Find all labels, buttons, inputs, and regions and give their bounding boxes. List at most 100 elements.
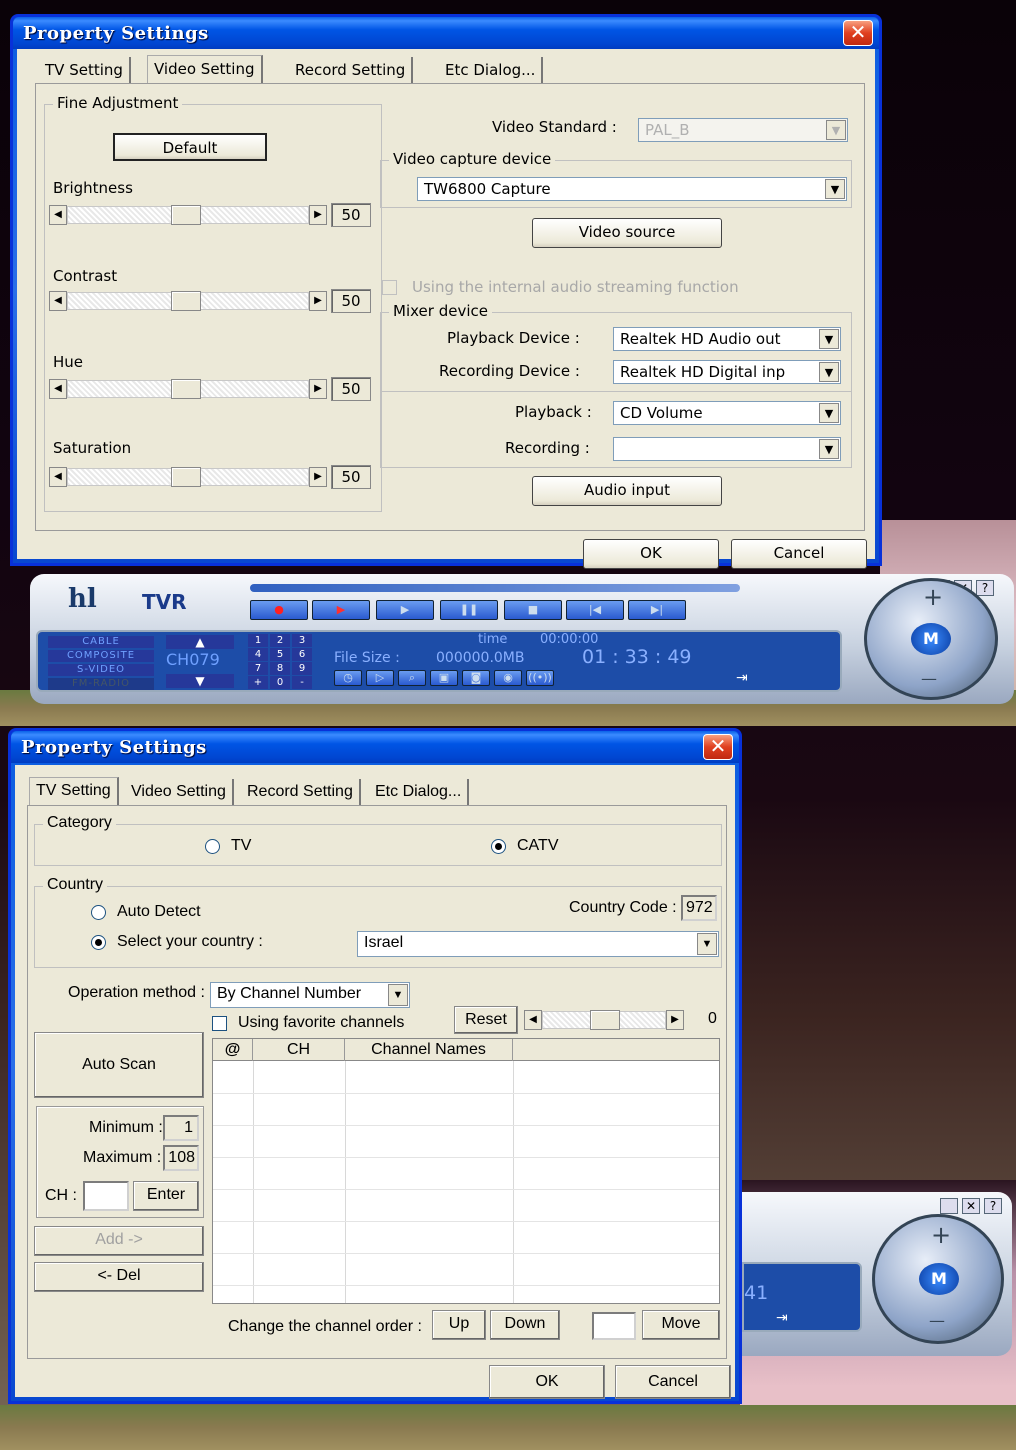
stop-button[interactable]: ■ bbox=[504, 600, 562, 620]
play-button[interactable]: ▶ bbox=[376, 600, 434, 620]
expand-icon[interactable]: ⇥ bbox=[776, 1310, 788, 1326]
del-button[interactable]: <- Del bbox=[34, 1262, 204, 1292]
capture-device-select[interactable]: TW6800 Capture ▼ bbox=[417, 177, 847, 201]
broadcast-icon[interactable]: ((•)) bbox=[526, 670, 554, 686]
mode-composite[interactable]: COMPOSITE bbox=[48, 650, 154, 662]
audio-input-button[interactable]: Audio input bbox=[532, 476, 722, 506]
tab-etc-dialog[interactable]: Etc Dialog... bbox=[369, 779, 470, 805]
column-header-channel-names[interactable]: Channel Names bbox=[345, 1039, 513, 1061]
tab-record-setting[interactable]: Record Setting bbox=[289, 57, 414, 83]
chevron-down-icon[interactable]: ▼ bbox=[819, 362, 839, 382]
ch-input[interactable] bbox=[83, 1181, 129, 1211]
mode-svideo[interactable]: S-VIDEO bbox=[48, 664, 154, 676]
chevron-down-icon[interactable]: ▼ bbox=[825, 179, 845, 199]
minus-icon[interactable]: — bbox=[929, 1311, 945, 1330]
previous-button[interactable]: |◀ bbox=[566, 600, 624, 620]
saturation-slider[interactable]: ◀ ▶ bbox=[49, 466, 327, 488]
tab-video-setting[interactable]: Video Setting bbox=[125, 779, 234, 805]
tv-radio[interactable] bbox=[205, 839, 220, 854]
plus-icon[interactable]: + bbox=[923, 583, 943, 611]
mode-cable[interactable]: CABLE bbox=[48, 636, 154, 648]
plus-icon[interactable]: + bbox=[931, 1221, 951, 1249]
default-button[interactable]: Default bbox=[113, 133, 267, 161]
add-button[interactable]: Add -> bbox=[34, 1226, 204, 1256]
enter-button[interactable]: Enter bbox=[133, 1181, 199, 1211]
zoom-icon[interactable]: ⌕ bbox=[398, 670, 426, 686]
tab-tv-setting[interactable]: TV Setting bbox=[39, 57, 131, 83]
pause-button[interactable]: ❚❚ bbox=[440, 600, 498, 620]
hue-slider[interactable]: ◀ ▶ bbox=[49, 378, 327, 400]
right-arrow-icon[interactable]: ▶ bbox=[309, 379, 327, 399]
favorite-channels-checkbox[interactable] bbox=[212, 1016, 227, 1031]
play-red-button[interactable]: ▶ bbox=[312, 600, 370, 620]
channel-table[interactable]: @ CH Channel Names bbox=[212, 1038, 720, 1304]
close-icon[interactable]: ✕ bbox=[843, 20, 873, 46]
left-arrow-icon[interactable]: ◀ bbox=[524, 1010, 542, 1030]
country-select[interactable]: Israel ▼ bbox=[357, 931, 719, 957]
playback-device-select[interactable]: Realtek HD Audio out ▼ bbox=[613, 327, 841, 351]
minimize-icon[interactable] bbox=[940, 1198, 958, 1214]
key-plus[interactable]: + bbox=[248, 676, 268, 689]
ok-button[interactable]: OK bbox=[489, 1365, 605, 1399]
reset-button[interactable]: Reset bbox=[454, 1006, 518, 1034]
tab-etc-dialog[interactable]: Etc Dialog... bbox=[439, 57, 544, 83]
key-6[interactable]: 6 bbox=[292, 648, 312, 661]
volume-knob[interactable]: + M — bbox=[864, 578, 998, 700]
key-1[interactable]: 1 bbox=[248, 634, 268, 647]
key-7[interactable]: 7 bbox=[248, 662, 268, 675]
cancel-button[interactable]: Cancel bbox=[731, 539, 867, 569]
column-header-lock[interactable]: @ bbox=[213, 1039, 253, 1061]
left-arrow-icon[interactable]: ◀ bbox=[49, 467, 67, 487]
tab-video-setting[interactable]: Video Setting bbox=[147, 55, 263, 83]
playback-select[interactable]: CD Volume ▼ bbox=[613, 401, 841, 425]
next-button[interactable]: ▶| bbox=[628, 600, 686, 620]
minus-icon[interactable]: — bbox=[921, 669, 937, 688]
key-4[interactable]: 4 bbox=[248, 648, 268, 661]
expand-icon[interactable]: ⇥ bbox=[736, 670, 748, 686]
move-position-input[interactable] bbox=[592, 1312, 636, 1340]
brightness-slider[interactable]: ◀ ▶ bbox=[49, 204, 327, 226]
video-source-button[interactable]: Video source bbox=[532, 218, 722, 248]
clock-icon[interactable]: ◷ bbox=[334, 670, 362, 686]
channel-down-icon[interactable]: ▼ bbox=[166, 674, 234, 688]
up-button[interactable]: Up bbox=[432, 1310, 486, 1340]
left-arrow-icon[interactable]: ◀ bbox=[49, 379, 67, 399]
menu-button[interactable]: M bbox=[911, 623, 951, 655]
column-header-extra[interactable] bbox=[513, 1039, 719, 1061]
channel-slider[interactable]: ◀ ▶ bbox=[524, 1009, 684, 1031]
chevron-down-icon[interactable]: ▼ bbox=[819, 439, 839, 459]
left-arrow-icon[interactable]: ◀ bbox=[49, 291, 67, 311]
channel-up-icon[interactable]: ▲ bbox=[166, 635, 234, 649]
maximize-icon[interactable]: ✕ bbox=[962, 1198, 980, 1214]
recording-select[interactable]: ▼ bbox=[613, 437, 841, 461]
minimum-field[interactable]: 1 bbox=[163, 1115, 199, 1141]
move-button[interactable]: Move bbox=[642, 1310, 720, 1340]
tab-tv-setting[interactable]: TV Setting bbox=[29, 777, 119, 805]
operation-method-select[interactable]: By Channel Number ▼ bbox=[210, 982, 410, 1008]
close-icon[interactable]: ✕ bbox=[703, 734, 733, 760]
down-button[interactable]: Down bbox=[490, 1310, 560, 1340]
volume-knob-2[interactable]: + M — bbox=[872, 1214, 1004, 1344]
chevron-down-icon[interactable]: ▼ bbox=[697, 933, 717, 955]
menu-button[interactable]: M bbox=[919, 1263, 959, 1295]
forward-icon[interactable]: ▷ bbox=[366, 670, 394, 686]
auto-detect-radio[interactable] bbox=[91, 905, 106, 920]
key-9[interactable]: 9 bbox=[292, 662, 312, 675]
record-button[interactable]: ● bbox=[250, 600, 308, 620]
right-arrow-icon[interactable]: ▶ bbox=[309, 205, 327, 225]
right-arrow-icon[interactable]: ▶ bbox=[309, 291, 327, 311]
recording-device-select[interactable]: Realtek HD Digital inp ▼ bbox=[613, 360, 841, 384]
right-arrow-icon[interactable]: ▶ bbox=[309, 467, 327, 487]
auto-scan-button[interactable]: Auto Scan bbox=[34, 1032, 204, 1098]
pip-icon[interactable]: ▣ bbox=[430, 670, 458, 686]
help-icon[interactable]: ? bbox=[976, 580, 994, 596]
key-5[interactable]: 5 bbox=[270, 648, 290, 661]
catv-radio[interactable] bbox=[491, 839, 506, 854]
key-8[interactable]: 8 bbox=[270, 662, 290, 675]
key-0[interactable]: 0 bbox=[270, 676, 290, 689]
eye-icon[interactable]: ◉ bbox=[494, 670, 522, 686]
title-bar[interactable]: Property Settings ✕ bbox=[11, 731, 739, 763]
select-country-radio[interactable] bbox=[91, 935, 106, 950]
maximum-field[interactable]: 108 bbox=[163, 1145, 199, 1171]
key-minus[interactable]: - bbox=[292, 676, 312, 689]
